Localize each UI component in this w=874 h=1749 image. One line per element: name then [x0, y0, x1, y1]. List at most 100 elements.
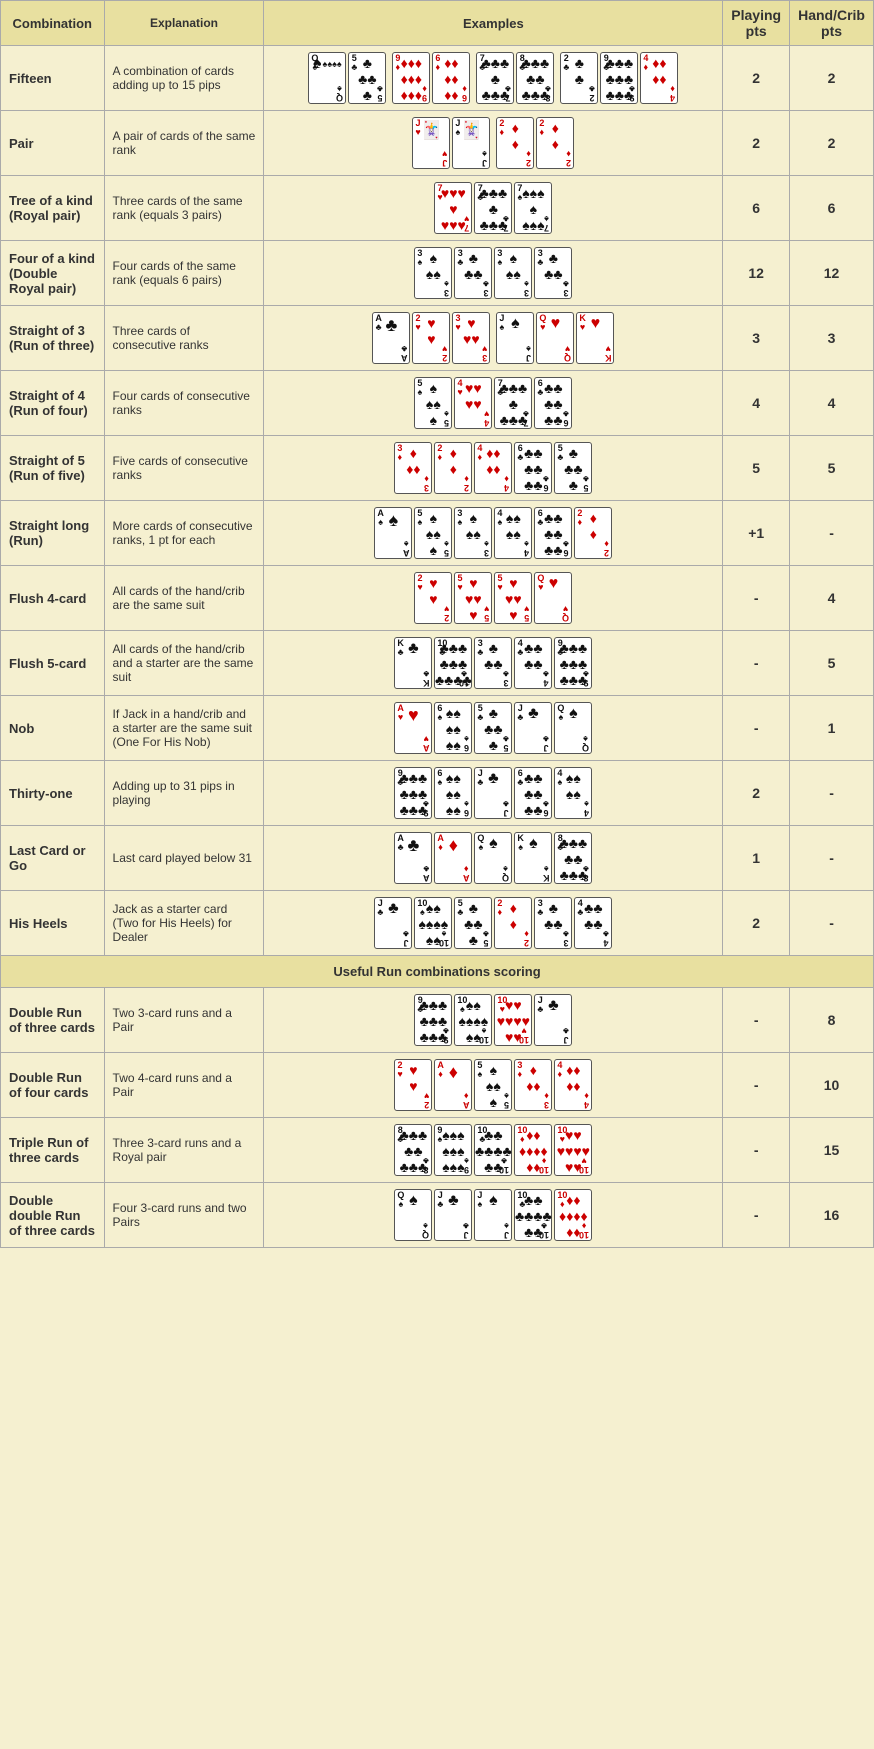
combo-drun3: Double Run of three cards — [1, 988, 105, 1053]
explain-ddrun3: Four 3-card runs and two Pairs — [104, 1183, 264, 1248]
flush4-example-1: 2♥ ♥♥ 2♥ 5♥ ♥♥♥♥ 5♥ 5♥ ♥♥♥♥ 5♥ — [414, 572, 572, 624]
card-7c3: 7♠ ♠♠♠♠♠♠♠ 7♠ — [514, 182, 552, 234]
card-10h2: 10♥ ♥♥♥♥♥♥♥♥ 10♥ — [554, 1124, 592, 1176]
row-pair: Pair A pair of cards of the same rank J♥… — [1, 111, 874, 176]
foak-example-1: 3♠ ♠♠♠ 3♠ 3♣ ♣♣♣ 3♣ 3♠ ♠♠♠ 3♠ — [414, 247, 572, 299]
header-examples: Examples — [264, 1, 723, 46]
card-Qs: Q♠ ♠♠♠♠♠ Q♠ — [308, 52, 346, 104]
combo-heels: His Heels — [1, 891, 105, 956]
card-3s5: 3♠ ♠♠♠ 3♠ — [454, 507, 492, 559]
card-Ad2: A♦ ♦ A♦ — [434, 1059, 472, 1111]
card-Kh: K♥ ♥ K♥ — [576, 312, 614, 364]
pair-example-2: 2♦ ♦♦ 2♦ 2♦ ♦♦ 2♦ — [496, 117, 574, 169]
playing-toak: 6 — [723, 176, 790, 241]
examples-runlong: A♠ ♠ A♠ 5♠ ♠♠♠♠ 5♠ 3♠ ♠♠♠ 3♠ — [264, 501, 723, 566]
card-7c: 7♣ ♣♣♣♣♣♣♣ 7♣ — [476, 52, 514, 104]
combo-foak: Four of a kind (Double Royal pair) — [1, 241, 105, 306]
row-toak: Tree of a kind (Royal pair) Three cards … — [1, 176, 874, 241]
card-5h2: 5♥ ♥♥♥♥ 5♥ — [494, 572, 532, 624]
combo-run4: Straight of 4 (Run of four) — [1, 371, 105, 436]
explain-31: Adding up to 31 pips in playing — [104, 761, 264, 826]
card-7c4: 7♣ ♣♣♣♣♣♣♣ 7♣ — [494, 377, 532, 429]
explain-lastcard: Last card played below 31 — [104, 826, 264, 891]
row-flush5: Flush 5-card All cards of the hand/crib … — [1, 631, 874, 696]
31-example-1: 9♣ ♣♣♣♣♣♣♣♣♣ 9♣ 6♠ ♠♠♠♠♠♠ 6♠ J♣ ♣ J♣ — [394, 767, 592, 819]
card-3s2: 3♣ ♣♣♣ 3♣ — [454, 247, 492, 299]
card-6s2: 6♠ ♠♠♠♠♠♠ 6♠ — [434, 767, 472, 819]
card-6c2: 6♣ ♣♣♣♣♣♣ 6♣ — [514, 442, 552, 494]
combo-nob: Nob — [1, 696, 105, 761]
card-2d3: 2♦ ♦♦ 2♦ — [574, 507, 612, 559]
ddrun3-example-1: Q♠ ♠ Q♠ J♣ ♣ J♣ J♠ ♠ J♠ — [394, 1189, 592, 1241]
playing-drun4: - — [723, 1053, 790, 1118]
row-foak: Four of a kind (Double Royal pair) Four … — [1, 241, 874, 306]
card-5s2: 5♠ ♠♠♠♠ 5♠ — [414, 507, 452, 559]
card-9s: 9♠ ♠♠♠♠♠♠♠♠♠ 9♠ — [434, 1124, 472, 1176]
card-3c2: 3♣ ♣♣♣ 3♣ — [534, 897, 572, 949]
combo-trun3: Triple Run of three cards — [1, 1118, 105, 1183]
example-set-2: 9♦ ♦♦♦♦♦♦♦♦♦ 9♦ 6♦ ♦♦♦♦♦♦ 6♦ — [392, 52, 470, 104]
card-10c4: 10♣ ♣♣♣♣♣♣♣♣ 10♣ — [514, 1189, 552, 1241]
hand-drun3: 8 — [790, 988, 874, 1053]
card-2c: 2♣ ♣♣ 2♣ — [560, 52, 598, 104]
card-Qh2: Q♥ ♥ Q♥ — [534, 572, 572, 624]
card-Js2: J♠ ♠ J♠ — [496, 312, 534, 364]
row-drun3: Double Run of three cards Two 3-card run… — [1, 988, 874, 1053]
row-drun4: Double Run of four cards Two 4-card runs… — [1, 1053, 874, 1118]
card-10c3: 10♠ ♠♠♠♠♠♠♠♠ 10♠ — [454, 994, 492, 1046]
row-run5: Straight of 5 (Run of five) Five cards o… — [1, 436, 874, 501]
row-fifteen: Fifteen A combination of cards adding up… — [1, 46, 874, 111]
card-2h: 2♦ ♦♦ 2♦ — [496, 117, 534, 169]
card-Qh: Q♥ ♥ Q♥ — [536, 312, 574, 364]
card-4h: 4♥ ♥♥♥♥ 4♥ — [454, 377, 492, 429]
card-5c2: 5♣ ♣♣♣♣ 5♣ — [554, 442, 592, 494]
runlong-example-1: A♠ ♠ A♠ 5♠ ♠♠♠♠ 5♠ 3♠ ♠♠♠ 3♠ — [374, 507, 612, 559]
combo-pair: Pair — [1, 111, 105, 176]
playing-flush5: - — [723, 631, 790, 696]
examples-ddrun3: Q♠ ♠ Q♠ J♣ ♣ J♣ J♠ ♠ J♠ — [264, 1183, 723, 1248]
playing-lastcard: 1 — [723, 826, 790, 891]
header-playing-pts: Playing pts — [723, 1, 790, 46]
card-Ad: A♦ ♦ A♦ — [434, 832, 472, 884]
card-5c: 5♣ ♣♣♣♣ 5♣ — [348, 52, 386, 104]
card-3c: 3♣ ♣♣♣ 3♣ — [474, 637, 512, 689]
playing-run3: 3 — [723, 306, 790, 371]
examples-lastcard: A♣ ♣ A♣ A♦ ♦ A♦ Q♠ ♠ Q♠ — [264, 826, 723, 891]
card-Jc7: J♠ ♠ J♠ — [474, 1189, 512, 1241]
example-set-1: Q♠ ♠♠♠♠♠ Q♠ 5♣ ♣♣♣♣ 5♣ — [308, 52, 386, 104]
card-Ac2: A♣ ♣ A♣ — [394, 832, 432, 884]
playing-foak: 12 — [723, 241, 790, 306]
card-Jc2: J♣ ♣ J♣ — [514, 702, 552, 754]
explain-run4: Four cards of consecutive ranks — [104, 371, 264, 436]
card-Jc3: J♣ ♣ J♣ — [474, 767, 512, 819]
lastcard-example-1: A♣ ♣ A♣ A♦ ♦ A♦ Q♠ ♠ Q♠ — [394, 832, 592, 884]
pair-example-1: J♥ 🃏 J♥ J♠ 🃏 J♠ — [412, 117, 490, 169]
examples-flush4: 2♥ ♥♥ 2♥ 5♥ ♥♥♥♥ 5♥ 5♥ ♥♥♥♥ 5♥ — [264, 566, 723, 631]
card-6s: 6♠ ♠♠♠♠♠♠ 6♠ — [434, 702, 472, 754]
playing-nob: - — [723, 696, 790, 761]
row-nob: Nob If Jack in a hand/crib and a starter… — [1, 696, 874, 761]
card-Jh: J♥ 🃏 J♥ — [412, 117, 450, 169]
card-3h: 3♥ ♥♥♥ 3♥ — [452, 312, 490, 364]
examples-run5: 3♦ ♦♦♦ 3♦ 2♦ ♦♦ 2♦ 4♦ ♦♦♦♦ 4♦ — [264, 436, 723, 501]
examples-heels: J♣ ♣ J♣ 10♠ ♠♠♠♠♠♠♠♠ 10♠ 5♣ ♣♣♣♣ 5♣ — [264, 891, 723, 956]
hand-run4: 4 — [790, 371, 874, 436]
explain-flush4: All cards of the hand/crib are the same … — [104, 566, 264, 631]
examples-run4: 5♠ ♠♠♠♠ 5♠ 4♥ ♥♥♥♥ 4♥ 7♣ ♣♣♣♣♣♣♣ 7♣ — [264, 371, 723, 436]
card-5s3: 5♠ ♠♠♠♠ 5♠ — [474, 1059, 512, 1111]
playing-drun3: - — [723, 988, 790, 1053]
playing-run5: 5 — [723, 436, 790, 501]
examples-run3: A♣ ♣ A♣ 2♥ ♥♥ 2♥ 3♥ ♥♥♥ 3♥ — [264, 306, 723, 371]
card-Ac: A♣ ♣ A♣ — [372, 312, 410, 364]
combo-flush5: Flush 5-card — [1, 631, 105, 696]
hand-trun3: 15 — [790, 1118, 874, 1183]
card-5h: 5♥ ♥♥♥♥ 5♥ — [454, 572, 492, 624]
card-5c3: 5♣ ♣♣♣♣ 5♣ — [474, 702, 512, 754]
playing-runlong: +1 — [723, 501, 790, 566]
card-3d: 3♦ ♦♦♦ 3♦ — [394, 442, 432, 494]
card-3h2: 3♦ ♦♦♦ 3♦ — [514, 1059, 552, 1111]
combo-run5: Straight of 5 (Run of five) — [1, 436, 105, 501]
card-6c3: 6♣ ♣♣♣♣♣♣ 6♣ — [514, 767, 552, 819]
row-trun3: Triple Run of three cards Three 3-card r… — [1, 1118, 874, 1183]
card-5c4: 5♣ ♣♣♣♣ 5♣ — [454, 897, 492, 949]
